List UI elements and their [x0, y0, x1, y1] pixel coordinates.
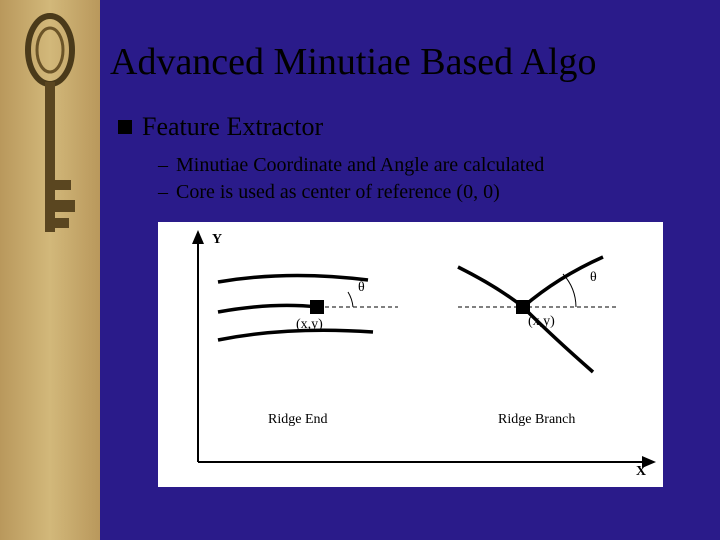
x-axis-label: X — [636, 464, 646, 480]
theta-right: θ — [590, 270, 597, 286]
sub-bullet-list: – Minutiae Coordinate and Angle are calc… — [158, 154, 700, 204]
decorative-sidebar — [0, 0, 100, 540]
square-bullet-icon — [118, 120, 132, 134]
sub-bullet-2-text: Core is used as center of reference (0, … — [176, 181, 500, 204]
sub-bullet-1: – Minutiae Coordinate and Angle are calc… — [158, 154, 700, 177]
slide-title: Advanced Minutiae Based Algo — [110, 40, 700, 84]
theta-left: θ — [358, 280, 365, 296]
ridge-branch-label: Ridge Branch — [498, 412, 575, 428]
dash-icon: – — [158, 154, 168, 177]
y-axis-label: Y — [212, 232, 222, 248]
slide-content: Advanced Minutiae Based Algo Feature Ext… — [100, 0, 720, 540]
diagram-svg — [158, 222, 663, 487]
key-icon — [20, 10, 80, 270]
coord-label-left: (x,y) — [296, 317, 323, 333]
minutiae-diagram: Y X (x,y) (x,y) θ θ Ridge End Ridge Bran… — [158, 222, 663, 487]
bullet-text: Feature Extractor — [142, 112, 323, 142]
ridge-end-label: Ridge End — [268, 412, 328, 428]
dash-icon: – — [158, 181, 168, 204]
coord-label-right: (x,y) — [528, 314, 555, 330]
sub-bullet-1-text: Minutiae Coordinate and Angle are calcul… — [176, 154, 544, 177]
sub-bullet-2: – Core is used as center of reference (0… — [158, 181, 700, 204]
bullet-level1: Feature Extractor — [118, 112, 700, 142]
